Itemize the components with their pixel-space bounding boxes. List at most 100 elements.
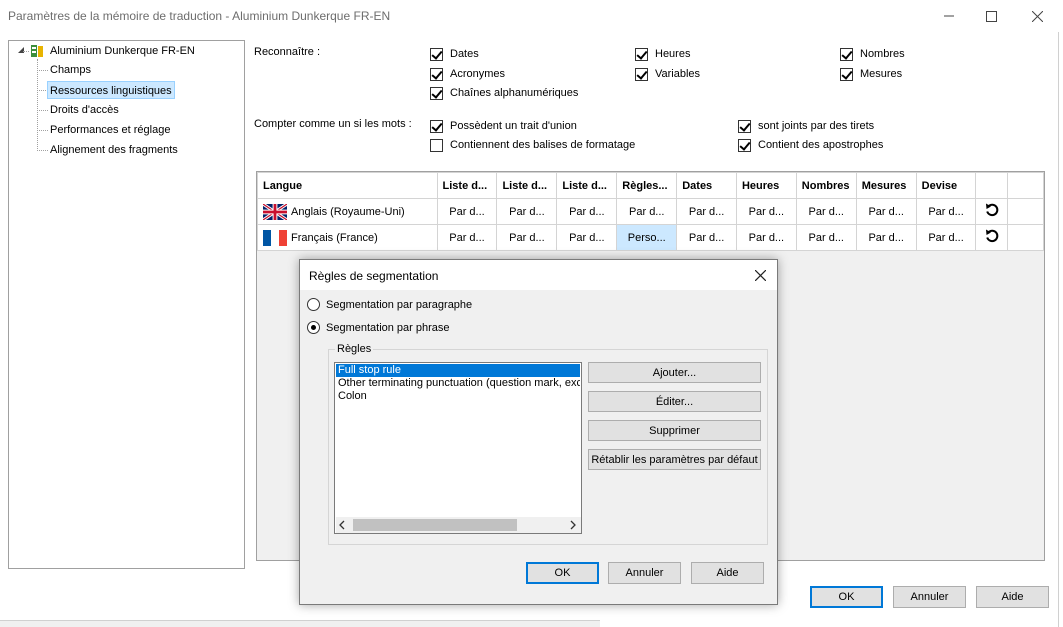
table-cell[interactable]: Par d... (855, 224, 917, 251)
checkbox-checked-icon[interactable] (430, 67, 443, 81)
column-header-dates[interactable]: Dates (676, 172, 737, 199)
table-cell[interactable]: Par d... (496, 224, 558, 251)
table-cell[interactable]: Par d... (676, 224, 737, 251)
language-name: Français (France) (291, 231, 378, 244)
table-row[interactable]: Anglais (Royaume-Uni) Par d... Par d... … (257, 198, 1044, 225)
ok-button[interactable]: OK (810, 586, 883, 608)
minimize-icon[interactable] (926, 0, 972, 32)
radio-selected-icon[interactable] (307, 321, 320, 334)
checkbox-balises-formatage[interactable]: Contiennent des balises de formatage (430, 137, 635, 153)
radio-segmentation-sentence[interactable]: Segmentation par phrase (307, 321, 450, 334)
column-header-liste-3[interactable]: Liste d... (556, 172, 618, 199)
language-cell[interactable]: Français (France) (257, 224, 438, 251)
tree-item-champs[interactable]: Champs (50, 61, 91, 79)
checkbox-chaines-alphanumeriques[interactable]: Chaînes alphanumériques (430, 85, 578, 101)
radio-segmentation-paragraph[interactable]: Segmentation par paragraphe (307, 298, 472, 311)
dialog-help-button[interactable]: Aide (691, 562, 764, 584)
table-cell[interactable]: Par d... (496, 198, 558, 225)
checkbox-apostrophes[interactable]: Contient des apostrophes (738, 137, 883, 153)
table-cell[interactable]: Par d... (676, 198, 737, 225)
checkbox-label: Nombres (860, 48, 905, 60)
list-item[interactable]: Colon (336, 390, 580, 403)
cancel-button[interactable]: Annuler (893, 586, 966, 608)
column-header-reset (975, 172, 1009, 199)
scroll-thumb[interactable] (353, 519, 517, 531)
table-cell[interactable]: Par d... (436, 198, 498, 225)
checkbox-checked-icon[interactable] (430, 86, 443, 100)
table-cell[interactable]: Par d... (735, 224, 797, 251)
checkbox-label: Contiennent des balises de formatage (450, 139, 636, 151)
column-header-heures[interactable]: Heures (735, 172, 797, 199)
checkbox-variables[interactable]: Variables (635, 66, 700, 82)
table-cell[interactable]: Par d... (915, 198, 977, 225)
language-cell[interactable]: Anglais (Royaume-Uni) (257, 198, 438, 225)
tree-item-performances[interactable]: Performances et réglage (50, 121, 170, 139)
dialog-ok-button[interactable]: OK (526, 562, 599, 584)
reset-defaults-button[interactable]: Rétablir les paramètres par défaut (588, 449, 761, 470)
maximize-icon[interactable] (968, 0, 1014, 32)
checkbox-checked-icon[interactable] (635, 67, 648, 81)
column-header-mesures[interactable]: Mesures (855, 172, 917, 199)
checkbox-label: Mesures (860, 68, 903, 80)
column-header-devise[interactable]: Devise (915, 172, 977, 199)
table-cell[interactable]: Par d... (556, 224, 618, 251)
add-rule-button[interactable]: Ajouter... (588, 362, 761, 383)
table-cell-selected[interactable]: Perso... (616, 224, 678, 251)
checkbox-nombres[interactable]: Nombres (840, 46, 905, 62)
reset-icon[interactable] (975, 224, 1009, 251)
tree-item-ressources-linguistiques[interactable]: Ressources linguistiques (47, 81, 175, 99)
table-cell[interactable]: Par d... (735, 198, 797, 225)
close-icon[interactable] (1014, 0, 1060, 32)
language-name: Anglais (Royaume-Uni) (291, 205, 405, 218)
checkbox-trait-union[interactable]: Possèdent un trait d'union (430, 118, 577, 134)
checkbox-checked-icon[interactable] (840, 47, 853, 61)
checkbox-label: Chaînes alphanumériques (450, 87, 579, 99)
column-header-liste-1[interactable]: Liste d... (436, 172, 498, 199)
checkbox-tirets[interactable]: sont joints par des tirets (738, 118, 874, 134)
table-header-row: Langue Liste d... Liste d... Liste d... … (257, 172, 1044, 199)
column-header-nombres[interactable]: Nombres (795, 172, 857, 199)
dialog-cancel-button[interactable]: Annuler (608, 562, 681, 584)
status-strip (0, 620, 600, 627)
help-button[interactable]: Aide (976, 586, 1049, 608)
radio-unselected-icon[interactable] (307, 298, 320, 311)
edit-rule-button[interactable]: Éditer... (588, 391, 761, 412)
checkbox-unchecked-icon[interactable] (430, 138, 443, 152)
table-cell[interactable]: Par d... (795, 198, 857, 225)
table-cell[interactable]: Par d... (855, 198, 917, 225)
horizontal-scrollbar[interactable] (336, 517, 581, 533)
close-icon[interactable] (748, 265, 772, 285)
checkbox-checked-icon[interactable] (738, 138, 751, 152)
radio-label: Segmentation par phrase (326, 321, 450, 334)
checkbox-acronymes[interactable]: Acronymes (430, 66, 505, 82)
tree-item-alignement[interactable]: Alignement des fragments (50, 141, 178, 159)
column-header-regles[interactable]: Règles... (616, 172, 678, 199)
checkbox-checked-icon[interactable] (430, 47, 443, 61)
checkbox-label: Heures (655, 48, 691, 60)
checkbox-checked-icon[interactable] (635, 47, 648, 61)
table-cell[interactable]: Par d... (795, 224, 857, 251)
checkbox-checked-icon[interactable] (430, 119, 443, 133)
scroll-right-icon[interactable] (569, 520, 577, 533)
delete-rule-button[interactable]: Supprimer (588, 420, 761, 441)
tree-root-label[interactable]: Aluminium Dunkerque FR-EN (50, 42, 195, 60)
table-cell[interactable]: Par d... (915, 224, 977, 251)
reset-icon[interactable] (975, 198, 1009, 225)
table-cell[interactable]: Par d... (556, 198, 618, 225)
checkbox-mesures[interactable]: Mesures (840, 66, 902, 82)
checkbox-heures[interactable]: Heures (635, 46, 690, 62)
checkbox-dates[interactable]: Dates (430, 46, 479, 62)
radio-label: Segmentation par paragraphe (326, 298, 473, 311)
table-cell[interactable]: Par d... (436, 224, 498, 251)
rules-listbox[interactable]: Full stop rule Other terminating punctua… (334, 362, 582, 534)
column-header-liste-2[interactable]: Liste d... (496, 172, 558, 199)
list-item[interactable]: Full stop rule (336, 364, 580, 377)
column-header-langue[interactable]: Langue (257, 172, 438, 199)
checkbox-checked-icon[interactable] (738, 119, 751, 133)
table-cell[interactable]: Par d... (616, 198, 678, 225)
table-row[interactable]: Français (France) Par d... Par d... Par … (257, 224, 1044, 251)
tree-item-droits-acces[interactable]: Droits d'accès (50, 101, 119, 119)
checkbox-checked-icon[interactable] (840, 67, 853, 81)
list-item[interactable]: Other terminating punctuation (question … (336, 377, 580, 390)
scroll-left-icon[interactable] (338, 520, 346, 533)
